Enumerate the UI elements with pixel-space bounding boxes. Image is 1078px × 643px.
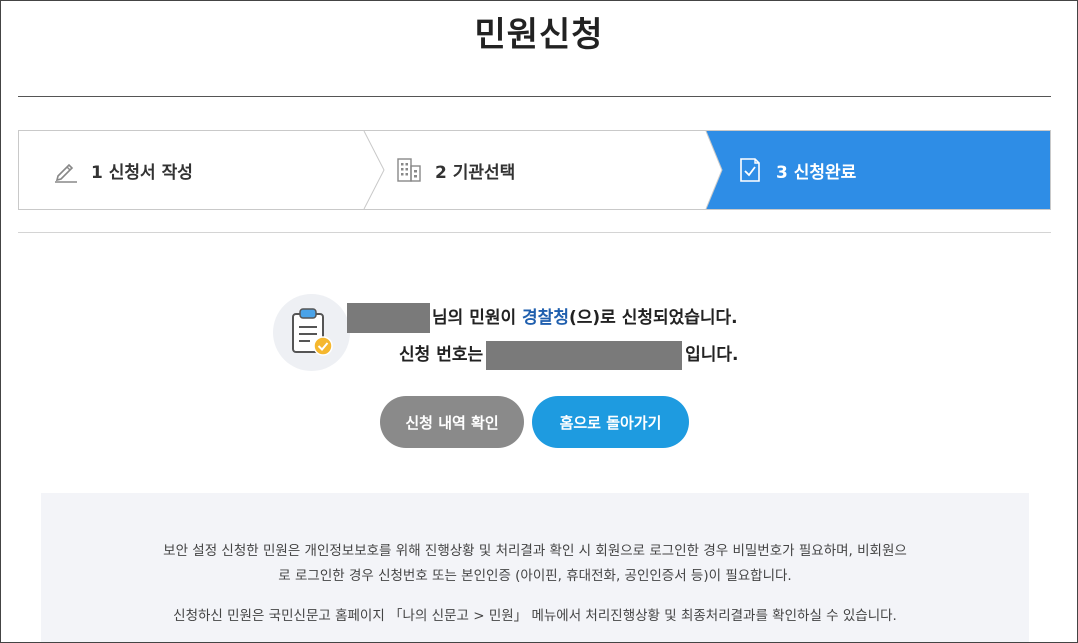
step-select-agency: 2 기관선택 (395, 131, 515, 209)
redacted-application-number (486, 340, 683, 370)
step-write-form: 1 신청서 작성 (51, 131, 193, 209)
agency-name: 경찰청 (522, 308, 569, 328)
step-complete: 3 신청완료 (736, 131, 856, 209)
step-label: 3 신청완료 (776, 162, 857, 183)
section-divider (18, 232, 1051, 233)
result-line-2: 신청 번호는 입니다. (399, 340, 739, 370)
result-text: (으)로 신청되었습니다. (568, 308, 738, 328)
title-divider (18, 96, 1051, 97)
application-number-label: 신청 번호는 (399, 345, 484, 365)
notice-line: 로 로그인한 경우 신청번호 또는 본인인증 (아이핀, 휴대전화, 공인인증서… (278, 568, 792, 584)
notice-line: 보안 설정 신청한 민원은 개인정보보호를 위해 진행상황 및 처리결과 확인 … (163, 543, 907, 559)
building-icon (395, 156, 423, 184)
notice-status-text: 신청하신 민원은 국민신문고 홈페이지 「나의 신문고 > 민원」 메뉴에서 처… (173, 608, 897, 624)
step-chevron-1 (363, 131, 385, 209)
go-home-button[interactable]: 홈으로 돌아가기 (532, 396, 689, 448)
result-text: 님의 민원이 (432, 308, 523, 328)
notice-security-text: 보안 설정 신청한 민원은 개인정보보호를 위해 진행상황 및 처리결과 확인 … (41, 539, 1029, 589)
step-label: 2 기관선택 (435, 162, 516, 183)
view-history-button[interactable]: 신청 내역 확인 (380, 396, 524, 448)
result-text: 입니다. (685, 345, 739, 365)
clipboard-check-icon (273, 294, 350, 371)
document-check-icon (736, 156, 764, 184)
result-line-1: 님의 민원이 경찰청(으)로 신청되었습니다. (347, 303, 738, 333)
redacted-applicant-name (347, 303, 430, 333)
step-label: 1 신청서 작성 (91, 162, 193, 183)
notice-box: 보안 설정 신청한 민원은 개인정보보호를 위해 진행상황 및 처리결과 확인 … (41, 493, 1029, 642)
pencil-icon (51, 156, 79, 184)
progress-steps: 1 신청서 작성 2 기관선택 3 신청완료 (18, 130, 1051, 210)
page-title: 민원신청 (474, 15, 604, 55)
window-frame: 민원신청 1 신청서 작성 2 기관선택 3 신청완료 님의 민원이 경찰청(으… (0, 0, 1078, 643)
